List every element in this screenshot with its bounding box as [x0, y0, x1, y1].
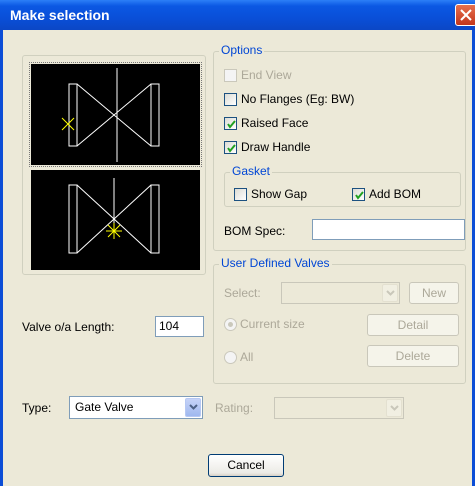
- detail-button[interactable]: Detail: [367, 314, 459, 336]
- end-view-checkbox[interactable]: [224, 69, 237, 82]
- raised-face-checkbox[interactable]: [224, 117, 237, 130]
- chevron-down-icon: [390, 405, 399, 411]
- draw-handle-checkbox[interactable]: [224, 141, 237, 154]
- select-dropdown-button[interactable]: [382, 284, 398, 302]
- draw-handle-label: Draw Handle: [241, 140, 311, 154]
- cancel-button[interactable]: Cancel: [208, 454, 284, 477]
- current-size-label: Current size: [240, 317, 305, 331]
- select-combo[interactable]: [281, 282, 400, 304]
- type-value: Gate Valve: [75, 400, 134, 414]
- type-dropdown-button[interactable]: [185, 398, 201, 417]
- checkmark-icon: [227, 120, 236, 129]
- raised-face-label: Raised Face: [241, 116, 309, 130]
- delete-button[interactable]: Delete: [367, 345, 459, 367]
- show-gap-checkbox[interactable]: [234, 188, 247, 201]
- close-icon: [460, 9, 472, 21]
- valve-preview-bottom[interactable]: [31, 170, 200, 270]
- current-size-radio[interactable]: [224, 318, 237, 331]
- rating-dropdown-button[interactable]: [386, 399, 402, 417]
- bom-spec-input[interactable]: [312, 219, 465, 240]
- radio-dot: [228, 322, 233, 327]
- checkmark-icon: [227, 144, 236, 153]
- checkmark-icon: [355, 191, 364, 200]
- rating-combo[interactable]: [274, 397, 404, 419]
- options-legend: Options: [219, 43, 265, 57]
- bom-spec-label: BOM Spec:: [224, 224, 286, 238]
- user-defined-valves-legend: User Defined Valves: [219, 256, 332, 270]
- select-label: Select:: [224, 286, 261, 300]
- chevron-down-icon: [189, 404, 198, 410]
- type-label: Type:: [22, 401, 52, 415]
- close-button[interactable]: [455, 4, 475, 26]
- add-bom-label: Add BOM: [369, 187, 422, 201]
- no-flanges-label: No Flanges (Eg: BW): [241, 92, 355, 106]
- type-combo[interactable]: Gate Valve: [69, 396, 203, 419]
- valve-side-view-drawing: [61, 68, 160, 162]
- all-label: All: [240, 350, 254, 364]
- new-button[interactable]: New: [409, 282, 459, 304]
- no-flanges-checkbox[interactable]: [224, 93, 237, 106]
- valve-preview-top[interactable]: [29, 62, 202, 167]
- valve-length-input[interactable]: 104: [155, 316, 204, 337]
- valve-front-view-drawing: [68, 178, 160, 254]
- rating-label: Rating:: [215, 401, 254, 415]
- title-bar[interactable]: Make selection: [0, 0, 475, 30]
- add-bom-checkbox[interactable]: [352, 188, 365, 201]
- valve-length-label: Valve o/a Length:: [22, 320, 115, 334]
- show-gap-label: Show Gap: [251, 187, 308, 201]
- all-radio[interactable]: [224, 351, 237, 364]
- end-view-label: End View: [241, 68, 292, 82]
- chevron-down-icon: [386, 290, 395, 296]
- dialog-window: Make selection Options End View No Flang…: [0, 0, 475, 486]
- gasket-legend: Gasket: [230, 164, 273, 178]
- window-title: Make selection: [10, 7, 110, 23]
